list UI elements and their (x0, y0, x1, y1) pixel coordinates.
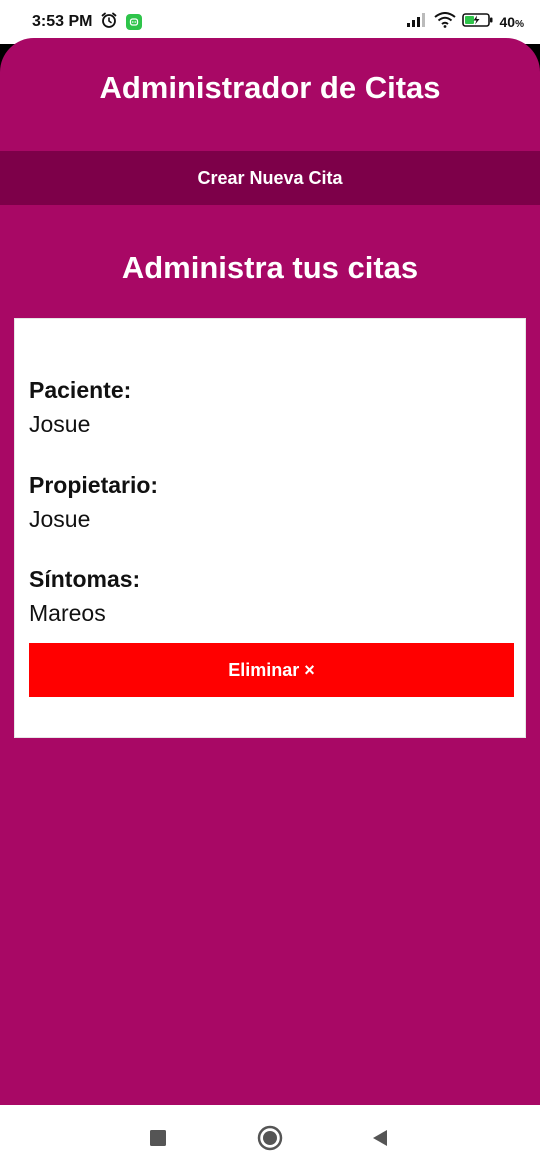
status-right: 40% (406, 11, 524, 33)
phone-screen: 3:53 PM 40% Administrador de Citas Crear… (0, 0, 540, 1170)
battery-charging-icon (461, 12, 494, 33)
status-left: 3:53 PM (32, 11, 143, 34)
battery-percent-value: 40 (499, 14, 516, 30)
section-title: Administra tus citas (121, 250, 419, 285)
recent-apps-icon[interactable] (128, 1105, 188, 1170)
app-container: Administrador de Citas Crear Nueva Cita … (0, 38, 540, 1105)
appointment-card: Paciente: Josue Propietario: Josue Sínto… (14, 318, 526, 738)
patient-value: Josue (29, 411, 91, 437)
home-icon[interactable] (240, 1105, 300, 1170)
symptoms-label: Síntomas: (29, 566, 141, 592)
wifi-icon (433, 11, 456, 33)
owner-value: Josue (29, 506, 91, 532)
create-appointment-button[interactable]: Crear Nueva Cita (0, 151, 540, 205)
symptoms-value: Mareos (29, 600, 106, 626)
battery-percent: 40% (500, 14, 524, 30)
alarm-icon (100, 11, 118, 34)
delete-appointment-button[interactable]: Eliminar × (29, 643, 514, 697)
battery-percent-suffix: % (515, 19, 524, 30)
app-title: Administrador de Citas (99, 70, 441, 105)
app-notification-icon (126, 14, 143, 30)
back-icon[interactable] (350, 1105, 410, 1170)
owner-label: Propietario: (29, 472, 159, 498)
signal-icon (406, 12, 428, 33)
status-time: 3:53 PM (32, 13, 93, 30)
patient-label: Paciente: (29, 377, 132, 403)
navigation-bar (0, 1105, 540, 1170)
